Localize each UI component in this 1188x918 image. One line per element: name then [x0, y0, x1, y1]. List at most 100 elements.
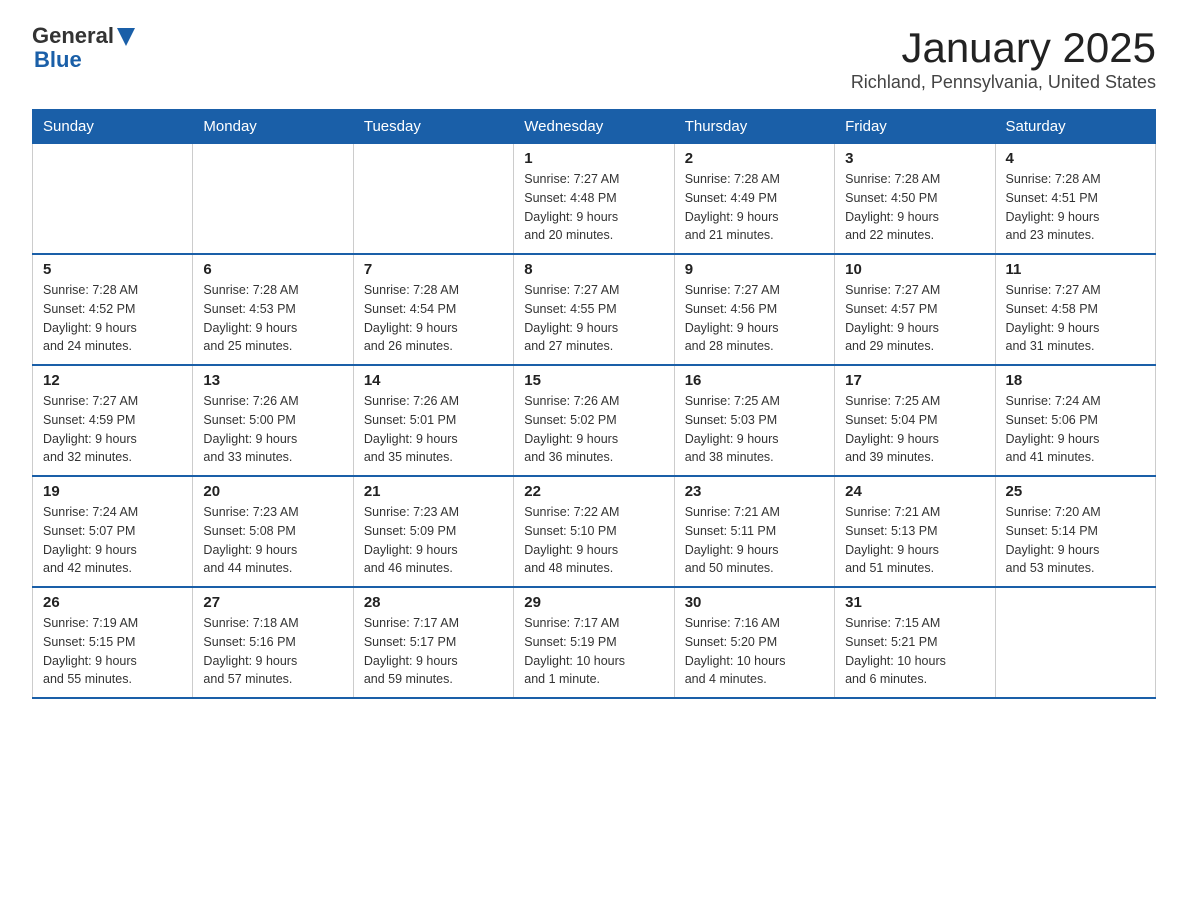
calendar-cell: 26Sunrise: 7:19 AMSunset: 5:15 PMDayligh… — [33, 587, 193, 698]
day-info: Sunrise: 7:28 AMSunset: 4:51 PMDaylight:… — [1006, 170, 1145, 245]
calendar-cell: 24 Sunrise: 7:21 AMSunset: 5:13 PMDayligh… — [835, 476, 995, 587]
day-info: Sunrise: 7:28 AMSunset: 4:52 PMDaylight:… — [43, 281, 182, 356]
logo-triangle-icon — [117, 28, 135, 46]
calendar-cell: 22Sunrise: 7:22 AMSunset: 5:10 PMDayligh… — [514, 476, 674, 587]
day-number: 30 — [685, 594, 824, 611]
calendar-cell: 4 Sunrise: 7:28 AMSunset: 4:51 PMDaylight… — [995, 144, 1155, 255]
day-info: Sunrise: 7:16 AMSunset: 5:20 PMDaylight:… — [685, 614, 824, 689]
day-info: Sunrise: 7:22 AMSunset: 5:10 PMDaylight:… — [524, 503, 663, 578]
day-info: Sunrise: 7:17 AMSunset: 5:17 PMDaylight:… — [364, 614, 503, 689]
day-info: Sunrise: 7:18 AMSunset: 5:16 PMDaylight:… — [203, 614, 342, 689]
day-info: Sunrise: 7:27 AMSunset: 4:56 PMDaylight:… — [685, 281, 824, 356]
day-info: Sunrise: 7:24 AMSunset: 5:06 PMDaylight:… — [1006, 392, 1145, 467]
day-info: Sunrise: 7:26 AMSunset: 5:02 PMDaylight:… — [524, 392, 663, 467]
day-number: 16 — [685, 372, 824, 389]
day-number: 2 — [685, 150, 824, 167]
day-info: Sunrise: 7:28 AMSunset: 4:50 PMDaylight:… — [845, 170, 984, 245]
day-info: Sunrise: 7:26 AMSunset: 5:01 PMDaylight:… — [364, 392, 503, 467]
logo-general: General — [32, 24, 114, 48]
calendar-cell: 25Sunrise: 7:20 AMSunset: 5:14 PMDayligh… — [995, 476, 1155, 587]
day-info: Sunrise: 7:27 AMSunset: 4:55 PMDaylight:… — [524, 281, 663, 356]
calendar-week-row: 26Sunrise: 7:19 AMSunset: 5:15 PMDayligh… — [33, 587, 1156, 698]
day-info: Sunrise: 7:27 AMSunset: 4:58 PMDaylight:… — [1006, 281, 1145, 356]
day-number: 6 — [203, 261, 342, 278]
day-info: Sunrise: 7:27 AMSunset: 4:48 PMDaylight:… — [524, 170, 663, 245]
day-info: Sunrise: 7:20 AMSunset: 5:14 PMDaylight:… — [1006, 503, 1145, 578]
day-number: 19 — [43, 483, 182, 500]
day-info: Sunrise: 7:27 AMSunset: 4:57 PMDaylight:… — [845, 281, 984, 356]
day-number: 21 — [364, 483, 503, 500]
calendar-cell: 9 Sunrise: 7:27 AMSunset: 4:56 PMDaylight… — [674, 254, 834, 365]
day-info: Sunrise: 7:24 AMSunset: 5:07 PMDaylight:… — [43, 503, 182, 578]
day-number: 7 — [364, 261, 503, 278]
day-number: 28 — [364, 594, 503, 611]
day-number: 11 — [1006, 261, 1145, 278]
day-number: 12 — [43, 372, 182, 389]
calendar-cell: 10 Sunrise: 7:27 AMSunset: 4:57 PMDayligh… — [835, 254, 995, 365]
calendar-cell: 16 Sunrise: 7:25 AMSunset: 5:03 PMDayligh… — [674, 365, 834, 476]
calendar-cell: 18 Sunrise: 7:24 AMSunset: 5:06 PMDayligh… — [995, 365, 1155, 476]
day-number: 3 — [845, 150, 984, 167]
calendar-cell: 7Sunrise: 7:28 AMSunset: 4:54 PMDaylight… — [353, 254, 513, 365]
day-number: 18 — [1006, 372, 1145, 389]
day-number: 17 — [845, 372, 984, 389]
day-info: Sunrise: 7:15 AMSunset: 5:21 PMDaylight:… — [845, 614, 984, 689]
calendar-subtitle: Richland, Pennsylvania, United States — [851, 72, 1156, 93]
calendar-week-row: 19 Sunrise: 7:24 AMSunset: 5:07 PMDayligh… — [33, 476, 1156, 587]
weekday-header-monday: Monday — [193, 110, 353, 144]
day-number: 8 — [524, 261, 663, 278]
calendar-title: January 2025 — [851, 24, 1156, 72]
calendar-cell: 6 Sunrise: 7:28 AMSunset: 4:53 PMDaylight… — [193, 254, 353, 365]
day-number: 27 — [203, 594, 342, 611]
calendar-cell: 27 Sunrise: 7:18 AMSunset: 5:16 PMDayligh… — [193, 587, 353, 698]
calendar-week-row: 1Sunrise: 7:27 AMSunset: 4:48 PMDaylight… — [33, 144, 1156, 255]
day-number: 15 — [524, 372, 663, 389]
day-info: Sunrise: 7:19 AMSunset: 5:15 PMDaylight:… — [43, 614, 182, 689]
logo: General Blue — [32, 24, 135, 72]
day-info: Sunrise: 7:25 AMSunset: 5:03 PMDaylight:… — [685, 392, 824, 467]
day-number: 5 — [43, 261, 182, 278]
calendar-cell: 1Sunrise: 7:27 AMSunset: 4:48 PMDaylight… — [514, 144, 674, 255]
weekday-header-tuesday: Tuesday — [353, 110, 513, 144]
day-number: 9 — [685, 261, 824, 278]
day-info: Sunrise: 7:28 AMSunset: 4:53 PMDaylight:… — [203, 281, 342, 356]
day-info: Sunrise: 7:26 AMSunset: 5:00 PMDaylight:… — [203, 392, 342, 467]
logo-blue: Blue — [34, 47, 82, 72]
calendar-table: SundayMondayTuesdayWednesdayThursdayFrid… — [32, 109, 1156, 699]
calendar-cell: 12 Sunrise: 7:27 AMSunset: 4:59 PMDayligh… — [33, 365, 193, 476]
calendar-cell: 19 Sunrise: 7:24 AMSunset: 5:07 PMDayligh… — [33, 476, 193, 587]
day-info: Sunrise: 7:21 AMSunset: 5:11 PMDaylight:… — [685, 503, 824, 578]
calendar-cell: 14 Sunrise: 7:26 AMSunset: 5:01 PMDayligh… — [353, 365, 513, 476]
calendar-cell: 5 Sunrise: 7:28 AMSunset: 4:52 PMDaylight… — [33, 254, 193, 365]
calendar-cell: 30 Sunrise: 7:16 AMSunset: 5:20 PMDayligh… — [674, 587, 834, 698]
day-number: 24 — [845, 483, 984, 500]
calendar-cell: 3 Sunrise: 7:28 AMSunset: 4:50 PMDaylight… — [835, 144, 995, 255]
calendar-cell — [33, 144, 193, 255]
calendar-cell: 21 Sunrise: 7:23 AMSunset: 5:09 PMDayligh… — [353, 476, 513, 587]
calendar-cell: 29 Sunrise: 7:17 AMSunset: 5:19 PMDayligh… — [514, 587, 674, 698]
calendar-cell — [353, 144, 513, 255]
day-info: Sunrise: 7:17 AMSunset: 5:19 PMDaylight:… — [524, 614, 663, 689]
calendar-cell: 20 Sunrise: 7:23 AMSunset: 5:08 PMDayligh… — [193, 476, 353, 587]
calendar-week-row: 12 Sunrise: 7:27 AMSunset: 4:59 PMDayligh… — [33, 365, 1156, 476]
weekday-header-sunday: Sunday — [33, 110, 193, 144]
day-info: Sunrise: 7:25 AMSunset: 5:04 PMDaylight:… — [845, 392, 984, 467]
day-info: Sunrise: 7:23 AMSunset: 5:08 PMDaylight:… — [203, 503, 342, 578]
day-number: 23 — [685, 483, 824, 500]
calendar-cell: 17 Sunrise: 7:25 AMSunset: 5:04 PMDayligh… — [835, 365, 995, 476]
calendar-cell — [995, 587, 1155, 698]
day-info: Sunrise: 7:23 AMSunset: 5:09 PMDaylight:… — [364, 503, 503, 578]
weekday-header-friday: Friday — [835, 110, 995, 144]
day-number: 31 — [845, 594, 984, 611]
day-number: 10 — [845, 261, 984, 278]
calendar-header-row: SundayMondayTuesdayWednesdayThursdayFrid… — [33, 110, 1156, 144]
day-info: Sunrise: 7:21 AMSunset: 5:13 PMDaylight:… — [845, 503, 984, 578]
day-number: 14 — [364, 372, 503, 389]
calendar-cell: 28 Sunrise: 7:17 AMSunset: 5:17 PMDayligh… — [353, 587, 513, 698]
day-number: 29 — [524, 594, 663, 611]
day-number: 20 — [203, 483, 342, 500]
day-info: Sunrise: 7:27 AMSunset: 4:59 PMDaylight:… — [43, 392, 182, 467]
title-block: January 2025 Richland, Pennsylvania, Uni… — [851, 24, 1156, 93]
day-number: 4 — [1006, 150, 1145, 167]
calendar-cell: 15 Sunrise: 7:26 AMSunset: 5:02 PMDayligh… — [514, 365, 674, 476]
